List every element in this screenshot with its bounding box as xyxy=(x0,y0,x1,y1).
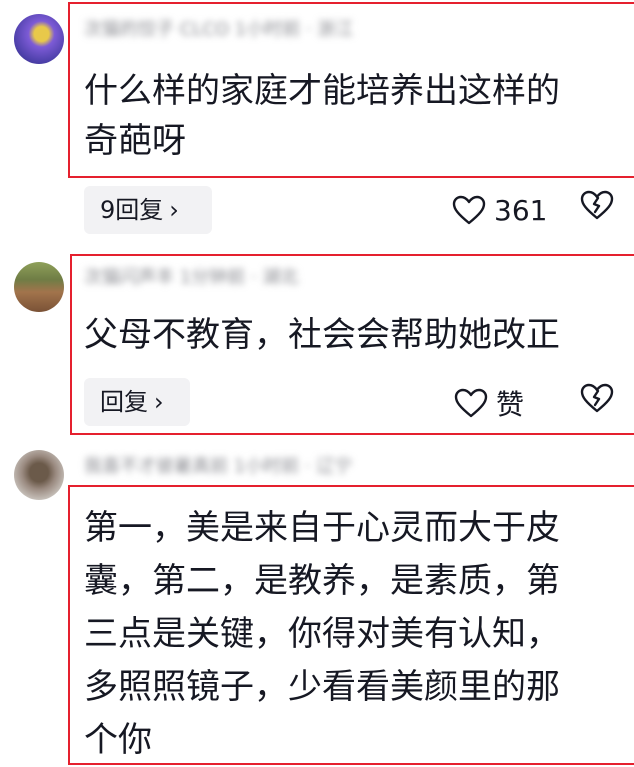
dislike-button[interactable] xyxy=(580,383,614,417)
avatar[interactable] xyxy=(14,14,64,64)
comment-text: 父母不教育，社会会帮助她改正 xyxy=(84,315,560,355)
view-replies-button[interactable]: 9回复 › xyxy=(84,186,212,234)
like-button[interactable]: 361 xyxy=(452,190,547,230)
dislike-button[interactable] xyxy=(580,190,614,224)
comment-author-meta: 次猫的饺子 CLCO 1小时前 · 浙江 xyxy=(84,19,354,40)
comment-author-meta: 次猫闪声丰 1分钟前 · 湖北 xyxy=(84,267,299,288)
comment-text: 第一，美是来自于心灵而大于皮 囊，第二，是教养，是素质，第 三点是关键，你得对美… xyxy=(84,508,560,760)
chevron-right-icon: › xyxy=(169,196,179,224)
comment-text: 什么样的家庭才能培养出这样的 奇葩呀 xyxy=(84,71,560,161)
reply-button[interactable]: 回复 › xyxy=(84,378,190,426)
heart-outline-icon xyxy=(452,195,486,225)
broken-heart-icon xyxy=(580,383,614,413)
heart-outline-icon xyxy=(454,388,488,418)
avatar[interactable] xyxy=(14,450,64,500)
comment-author-meta: 我喜不才彼暑真前 1小时前 · 辽宁 xyxy=(84,456,353,477)
avatar[interactable] xyxy=(14,262,64,312)
broken-heart-icon xyxy=(580,190,614,220)
reply-label: 回复 xyxy=(100,388,148,416)
like-button[interactable]: 赞 xyxy=(454,383,524,423)
like-count: 361 xyxy=(494,193,548,227)
chevron-right-icon: › xyxy=(154,388,164,416)
like-label: 赞 xyxy=(496,388,525,421)
reply-label: 9回复 xyxy=(100,196,164,224)
